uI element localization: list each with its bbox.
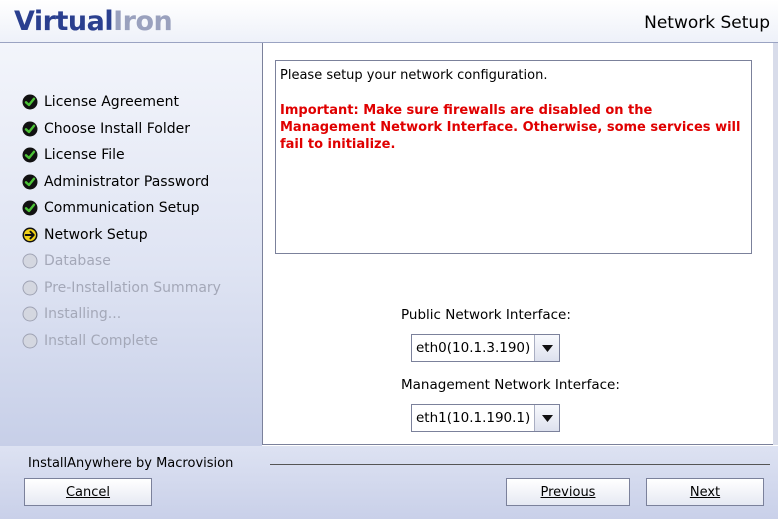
step-database: Database: [22, 248, 221, 275]
previous-button[interactable]: Previous: [506, 478, 630, 506]
header: VirtualIron Network Setup: [0, 0, 778, 43]
step-label: Choose Install Folder: [44, 120, 190, 137]
sidebar: License Agreement Choose Install Folder …: [0, 43, 262, 446]
footer-divider: [270, 464, 770, 465]
step-label: Administrator Password: [44, 173, 210, 190]
empty-circle-icon: [22, 306, 38, 322]
step-label: Database: [44, 253, 111, 270]
next-button[interactable]: Next: [646, 478, 764, 506]
step-list: License Agreement Choose Install Folder …: [22, 89, 221, 354]
public-network-dropdown[interactable]: eth0(10.1.3.190): [411, 334, 561, 362]
logo-part-2: Iron: [113, 6, 173, 37]
logo-part-1: Virtual: [14, 6, 114, 37]
step-license-agreement: License Agreement: [22, 89, 221, 116]
management-network-value: eth1(10.1.190.1): [416, 410, 531, 426]
arrow-right-circle-icon: [22, 227, 38, 243]
content-panel-edge: [773, 43, 778, 445]
chevron-down-icon[interactable]: [534, 335, 560, 361]
check-circle-icon: [22, 200, 38, 216]
step-label: License File: [44, 147, 125, 164]
step-label: Installing...: [44, 306, 122, 323]
intro-text: Please setup your network configuration.: [280, 68, 548, 83]
step-communication-setup: Communication Setup: [22, 195, 221, 222]
firewall-warning: Important: Make sure firewalls are disab…: [280, 103, 741, 152]
management-network-label: Management Network Interface:: [401, 377, 620, 393]
empty-circle-icon: [22, 253, 38, 269]
step-administrator-password: Administrator Password: [22, 169, 221, 196]
message-box: Please setup your network configuration.…: [275, 60, 752, 254]
footer: InstallAnywhere by Macrovision Cancel Pr…: [0, 446, 778, 519]
step-license-file: License File: [22, 142, 221, 169]
page-title: Network Setup: [644, 13, 770, 33]
step-choose-install-folder: Choose Install Folder: [22, 116, 221, 143]
step-network-setup: Network Setup: [22, 222, 221, 249]
empty-circle-icon: [22, 333, 38, 349]
check-circle-icon: [22, 147, 38, 163]
virtualiron-logo: VirtualIron: [14, 5, 173, 39]
step-label: License Agreement: [44, 94, 179, 111]
management-network-dropdown[interactable]: eth1(10.1.190.1): [411, 404, 561, 432]
check-circle-icon: [22, 94, 38, 110]
step-pre-installation-summary: Pre-Installation Summary: [22, 275, 221, 302]
step-label: Pre-Installation Summary: [44, 279, 221, 296]
cancel-button[interactable]: Cancel: [24, 478, 152, 506]
check-circle-icon: [22, 121, 38, 137]
chevron-down-icon[interactable]: [534, 405, 560, 431]
step-installing: Installing...: [22, 301, 221, 328]
step-label: Communication Setup: [44, 200, 200, 217]
step-label: Network Setup: [44, 226, 148, 243]
step-install-complete: Install Complete: [22, 328, 221, 355]
step-label: Install Complete: [44, 332, 159, 349]
check-circle-icon: [22, 174, 38, 190]
public-network-value: eth0(10.1.3.190): [416, 340, 531, 356]
installanywhere-brand: InstallAnywhere by Macrovision: [28, 456, 234, 471]
empty-circle-icon: [22, 280, 38, 296]
public-network-label: Public Network Interface:: [401, 307, 571, 323]
